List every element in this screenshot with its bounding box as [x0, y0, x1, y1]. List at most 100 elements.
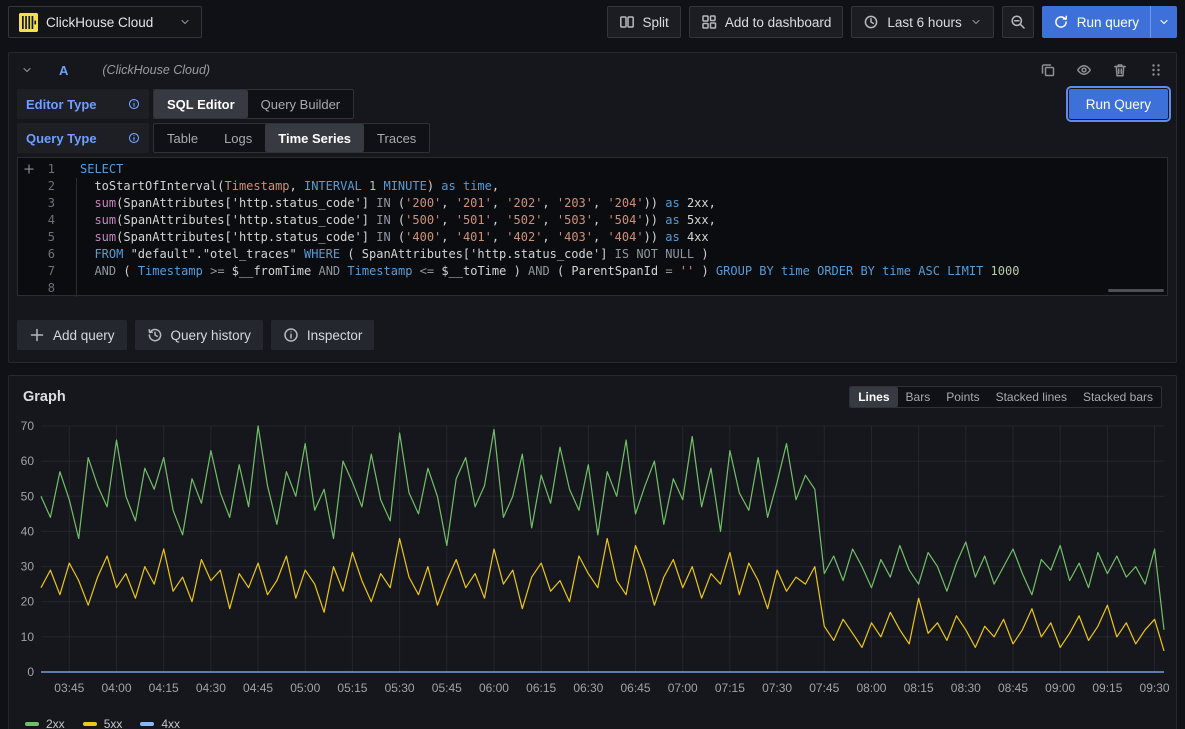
add-line-plus-icon[interactable]: [23, 163, 35, 175]
editor-gutter: 12345678: [18, 158, 70, 295]
svg-text:07:15: 07:15: [715, 681, 745, 695]
svg-text:04:15: 04:15: [149, 681, 179, 695]
svg-text:06:15: 06:15: [526, 681, 556, 695]
clock-icon: [863, 14, 879, 30]
legend-swatch: [140, 722, 154, 726]
svg-text:20: 20: [21, 595, 35, 609]
svg-text:60: 60: [21, 454, 35, 468]
zoom-out-icon: [1010, 14, 1026, 30]
add-to-dashboard-label: Add to dashboard: [725, 15, 832, 30]
code-line: AND ( Timestamp >= $__fromTime AND Times…: [80, 263, 1167, 280]
split-icon: [619, 14, 635, 30]
code-line: [80, 280, 1167, 295]
editor-hscrollbar[interactable]: [1108, 289, 1164, 292]
svg-text:09:15: 09:15: [1092, 681, 1122, 695]
run-query-toolbar-button[interactable]: Run query: [1042, 6, 1177, 38]
svg-text:05:45: 05:45: [432, 681, 462, 695]
sql-code-editor[interactable]: 12345678 SELECT toStartOfInterval(Timest…: [17, 157, 1168, 296]
duplicate-query-icon[interactable]: [1040, 62, 1056, 78]
legend-item-5xx[interactable]: 5xx: [83, 717, 123, 729]
delete-query-trash-icon[interactable]: [1112, 62, 1128, 78]
svg-text:05:30: 05:30: [385, 681, 415, 695]
time-range-label: Last 6 hours: [887, 15, 961, 30]
datasource-picker[interactable]: ClickHouse Cloud: [8, 6, 202, 38]
info-icon[interactable]: [128, 98, 140, 110]
svg-text:70: 70: [21, 419, 35, 433]
editor-type-sql-editor[interactable]: SQL Editor: [154, 90, 248, 118]
zoom-out-button[interactable]: [1002, 6, 1034, 38]
svg-text:50: 50: [21, 489, 35, 503]
line-number: 8: [18, 280, 70, 297]
dashboard-grid-icon: [701, 14, 717, 30]
graph-mode-stacked-bars[interactable]: Stacked bars: [1075, 387, 1161, 407]
explore-toolbar: ClickHouse Cloud Split Add to dashboard …: [0, 0, 1185, 44]
graph-mode-stacked-lines[interactable]: Stacked lines: [988, 387, 1075, 407]
query-type-label: Query Type: [17, 123, 149, 153]
code-line: sum(SpanAttributes['http.status_code'] I…: [80, 229, 1167, 246]
plus-icon: [29, 327, 45, 343]
graph-mode-bars[interactable]: Bars: [898, 387, 939, 407]
query-type-logs[interactable]: Logs: [211, 124, 265, 152]
graph-mode-lines[interactable]: Lines: [850, 387, 897, 407]
line-number: 2: [18, 178, 70, 195]
query-row-header[interactable]: A (ClickHouse Cloud): [9, 53, 1176, 87]
legend-swatch: [25, 722, 39, 726]
drag-handle-icon[interactable]: [1148, 62, 1164, 78]
hide-query-eye-icon[interactable]: [1076, 62, 1092, 78]
svg-text:06:45: 06:45: [621, 681, 651, 695]
line-number: 3: [18, 195, 70, 212]
code-line: toStartOfInterval(Timestamp, INTERVAL 1 …: [80, 178, 1167, 195]
time-range-picker[interactable]: Last 6 hours: [851, 6, 993, 38]
svg-text:07:30: 07:30: [762, 681, 792, 695]
query-history-button[interactable]: Query history: [135, 320, 263, 350]
chevron-down-icon: [1158, 16, 1170, 28]
query-type-time-series[interactable]: Time Series: [265, 124, 364, 152]
svg-text:30: 30: [21, 560, 35, 574]
sync-icon: [1053, 14, 1069, 30]
svg-text:03:45: 03:45: [54, 681, 84, 695]
svg-text:08:00: 08:00: [856, 681, 886, 695]
run-query-main[interactable]: Run query: [1042, 6, 1150, 38]
split-label: Split: [643, 15, 669, 30]
svg-text:09:30: 09:30: [1140, 681, 1170, 695]
svg-text:08:45: 08:45: [998, 681, 1028, 695]
sql-code: SELECT toStartOfInterval(Timestamp, INTE…: [70, 158, 1167, 295]
line-number: 7: [18, 263, 70, 280]
run-query-button[interactable]: Run Query: [1069, 89, 1168, 119]
editor-type-query-builder[interactable]: Query Builder: [248, 90, 353, 118]
query-datasource-hint: (ClickHouse Cloud): [102, 63, 210, 77]
code-line: FROM "default"."otel_traces" WHERE ( Spa…: [80, 246, 1167, 263]
code-line: SELECT: [80, 161, 1167, 178]
svg-text:07:00: 07:00: [668, 681, 698, 695]
query-type-table[interactable]: Table: [154, 124, 211, 152]
svg-text:04:45: 04:45: [243, 681, 273, 695]
legend-swatch: [83, 722, 97, 726]
add-to-dashboard-button[interactable]: Add to dashboard: [689, 6, 844, 38]
add-query-button[interactable]: Add query: [17, 320, 127, 350]
info-icon[interactable]: [128, 132, 140, 144]
time-series-chart[interactable]: 01020304050607003:4504:0004:1504:3004:45…: [17, 412, 1170, 712]
legend-item-4xx[interactable]: 4xx: [140, 717, 180, 729]
collapse-chevron-icon[interactable]: [21, 64, 33, 76]
svg-text:08:30: 08:30: [951, 681, 981, 695]
history-icon: [147, 327, 163, 343]
inspector-button[interactable]: Inspector: [271, 320, 375, 350]
split-button[interactable]: Split: [607, 6, 681, 38]
svg-text:0: 0: [27, 665, 34, 679]
run-query-label: Run query: [1077, 15, 1139, 30]
svg-text:10: 10: [21, 630, 35, 644]
chevron-down-icon: [179, 16, 191, 28]
graph-mode-points[interactable]: Points: [938, 387, 987, 407]
query-editor-panel: A (ClickHouse Cloud) Editor Type SQL Edi…: [8, 52, 1177, 363]
legend-item-2xx[interactable]: 2xx: [25, 717, 65, 729]
legend-label: 2xx: [46, 717, 65, 729]
query-type-group: Table Logs Time Series Traces: [153, 123, 430, 153]
line-number: 5: [18, 229, 70, 246]
run-query-dropdown[interactable]: [1151, 6, 1177, 38]
svg-text:05:00: 05:00: [290, 681, 320, 695]
code-line: sum(SpanAttributes['http.status_code'] I…: [80, 212, 1167, 229]
query-ref-id: A: [59, 63, 68, 78]
query-type-traces[interactable]: Traces: [364, 124, 429, 152]
svg-text:40: 40: [21, 524, 35, 538]
graph-panel: Graph Lines Bars Points Stacked lines St…: [8, 375, 1177, 729]
